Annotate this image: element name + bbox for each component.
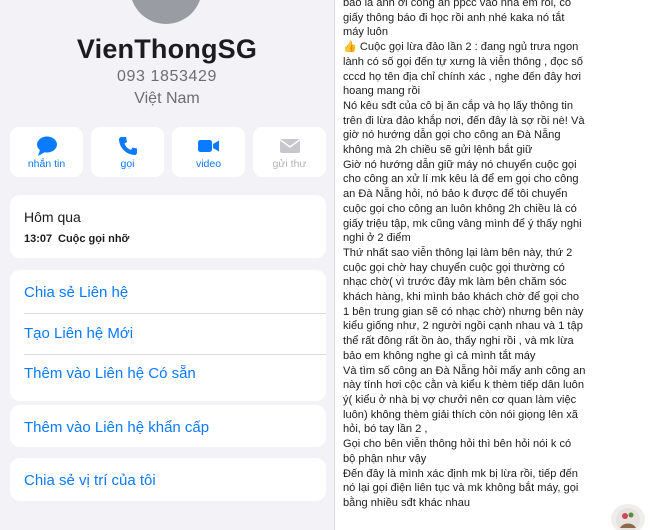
message-line: cuộc gọi cho công an luôn không 2h chiều… [343, 202, 577, 215]
contact-actions-card: Chia sẻ Liên hệ Tạo Liên hệ Mới Thêm vào… [10, 270, 326, 401]
message-text: bảo là anh ơi công an ppcc vào nhà em rồ… [343, 0, 639, 511]
message-line: Và tìm số công an Đà Nẵng hỏi mấy anh cô… [343, 364, 586, 377]
message-line: nhạc chờ( vì trước đây mk làm bên chăm s… [343, 276, 567, 289]
recent-calls-card: Hôm qua 13:07 Cuộc gọi nhỡ [10, 195, 326, 258]
message-line: bảo em không nghe gì cả mình tắt máy [343, 349, 536, 362]
message-line: Gọi cho bên viễn thông hỏi thì bên hỏi n… [343, 438, 572, 451]
mail-icon [280, 139, 300, 153]
message-line: máy luôn [343, 26, 389, 39]
contact-name: VienThongSG [76, 34, 258, 64]
contact-screenshot: VienThongSG 093 1853429 Việt Nam nhắn ti… [0, 0, 334, 530]
message-line: cho công an xử lí mk kêu là để em gọi ch… [343, 173, 579, 186]
message-line: 👍 Cuộc gọi lừa đảo lần 2 : đang ngủ trưa… [343, 41, 579, 54]
message-line: nó lại gọi điện liên tục và mk không bắt… [343, 482, 579, 495]
message-line: hỏi, bó tay lần 2 , [343, 423, 428, 436]
emergency-card: Thêm vào Liên hệ khẩn cấp [10, 405, 326, 447]
message-line: không mà 2h chiều sẽ gửi lệnh bắt giữ [343, 144, 533, 157]
divider [24, 354, 326, 355]
contact-country: Việt Nam [134, 90, 200, 107]
message-line: lành có số gọi đến tự xưng là viễn thông… [343, 55, 583, 68]
share-contact-link[interactable]: Chia sẻ Liên hệ [24, 284, 128, 301]
message-line: 1 bên trung gian sẽ có nhạc chờ) nhưng b… [343, 305, 584, 318]
message-line: bộ phận như vậy [343, 452, 427, 465]
message-line: trên đi lừa đảo khắp nơi, đến đây là sợ … [343, 114, 585, 127]
message-line: an Đà Nẵng hỏi, nó bảo k được để tôi chu… [343, 188, 568, 201]
video-button[interactable]: video [172, 127, 245, 177]
video-button-label: video [195, 158, 222, 170]
message-line: bảo là anh ơi công an ppcc vào nhà em rồ… [343, 0, 572, 9]
message-line: giấy triệu tập, mk cũng vâng mình để ý t… [343, 217, 582, 230]
location-card: Chia sẻ vị trí của tôi [10, 458, 326, 501]
message-line: Đến đây là mình xác định mk bị lừa rồi, … [343, 467, 578, 480]
video-icon [198, 140, 219, 152]
message-line: bằng nhiều sđt khác nhau [343, 496, 471, 509]
message-line: giấy thông báo đi học rồi anh nhé kaka n… [343, 11, 565, 24]
avatar [130, 0, 202, 24]
message-line: hoang mang rồi [343, 85, 421, 98]
message-line: luôn) không thèm giải thích còn nói giọn… [343, 408, 578, 421]
message-button-label: nhắn tin [27, 158, 66, 170]
message-line: thể rất đông rất ồn ào, thấy nghi rồi , … [343, 335, 574, 348]
message-icon [37, 136, 57, 156]
call-button[interactable]: gọi [91, 127, 164, 177]
message-line: giờ nó hướng dẫn gọi cho công an Đà Nẵng [343, 129, 561, 142]
phone-icon [119, 137, 137, 155]
mail-button-label: gửi thư [272, 158, 307, 170]
message-line: kiểu giống như, 2 người ngồi cạnh nhau v… [343, 320, 583, 333]
message-line: cccd họ tên địa chỉ chính xác , nghe đến… [343, 70, 581, 83]
message-line: Giờ nó hướng dẫn giữ máy nó chuyển cuộc … [343, 158, 577, 171]
message-panel: bảo là anh ơi công an ppcc vào nhà em rồ… [335, 0, 650, 530]
add-emergency-contact-link[interactable]: Thêm vào Liên hệ khẩn cấp [24, 419, 209, 436]
message-line: ý( kiểu ở nhà bị vợ chưởi nên cơ quan là… [343, 393, 577, 406]
add-existing-contact-link[interactable]: Thêm vào Liên hệ Có sẵn [24, 365, 196, 382]
new-contact-link[interactable]: Tạo Liên hệ Mới [24, 325, 133, 342]
message-line: này tính hơi cộc cằn và kiểu k thèm tiếp… [343, 379, 585, 392]
contact-phone: 093 1853429 [116, 68, 218, 85]
thumbnail-image[interactable] [611, 504, 645, 530]
call-button-label: gọi [120, 158, 135, 170]
divider [24, 313, 326, 314]
recent-heading: Hôm qua [24, 209, 81, 225]
mail-button[interactable]: gửi thư [253, 127, 326, 177]
message-line: nghi ở 2 điểm [343, 232, 411, 245]
message-line: cuộc gọi chờ hay chuyển cuộc gọi thường … [343, 261, 565, 274]
message-line: khách hàng, khi mình bảo khách chờ để gọ… [343, 291, 580, 304]
message-line: Thứ nhất sao viễn thông lại làm bên này,… [343, 246, 573, 259]
share-location-link[interactable]: Chia sẻ vị trí của tôi [24, 472, 156, 489]
recent-call-description: Cuộc gọi nhỡ [58, 233, 130, 245]
message-button[interactable]: nhắn tin [10, 127, 83, 177]
recent-call-time: 13:07 [24, 233, 53, 245]
message-line: Nó kêu sđt của cô bị ăn cắp và họ lấy th… [343, 99, 574, 112]
